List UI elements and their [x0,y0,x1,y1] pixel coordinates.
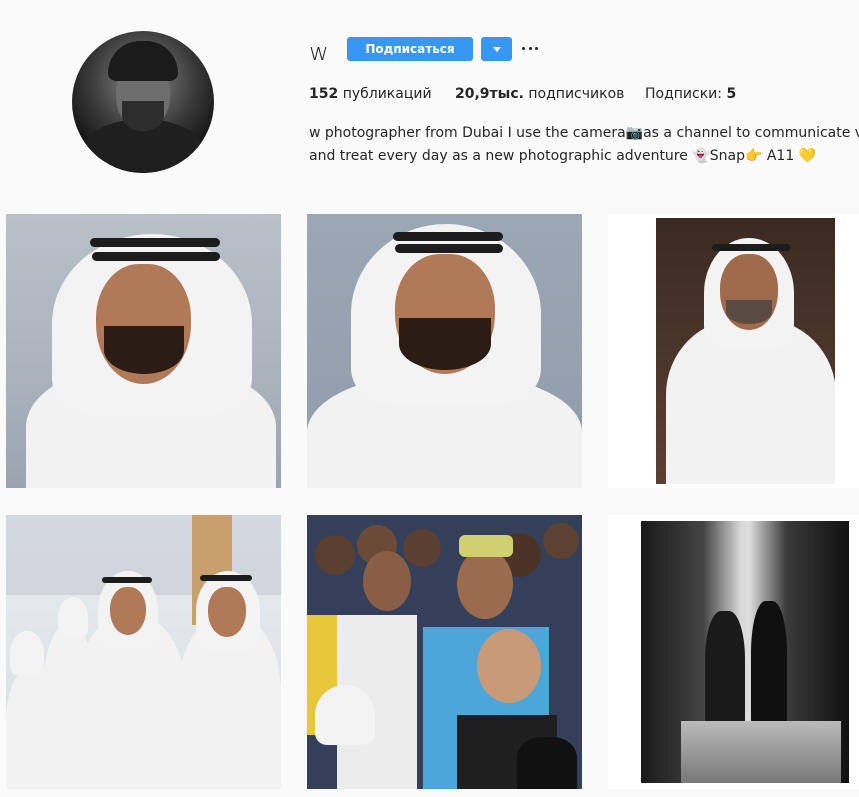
post-thumbnail[interactable] [6,214,281,488]
photo-ghutra [10,631,44,675]
chevron-down-icon [492,46,501,52]
following-stat[interactable]: Подписки: 5 [645,86,736,102]
profile-username: w [309,38,329,66]
photo-face [110,587,146,635]
photo-beard [104,326,184,374]
follow-button[interactable]: Подписаться [347,37,473,61]
more-options-button[interactable] [522,40,538,56]
photo-agal [90,238,220,247]
bio-line-2: and treat every day as a new photographi… [309,148,817,164]
photo-agal [200,575,252,581]
followers-label: подписчиков [528,86,625,102]
avatar-beard [122,101,164,131]
more-options-dot [535,46,538,50]
profile-bio: w photographer from Dubai I use the came… [309,122,859,168]
post-thumbnail[interactable] [307,515,582,789]
following-label: Подписки: [645,86,722,102]
photo-beard [726,300,772,324]
photo-abaya [517,737,577,789]
followers-count: 20,9тыс. [455,86,524,102]
photo-person [315,535,355,575]
post-thumbnail[interactable] [307,214,582,488]
photo-person [363,551,411,611]
photo-frame [641,521,849,783]
photo-ghutra [58,597,88,637]
posts-label: публикаций [342,86,432,102]
photo-walker [705,611,745,731]
followers-stat[interactable]: 20,9тыс. подписчиков [455,86,624,102]
photo-agal [395,244,503,253]
post-thumbnail[interactable] [608,515,859,789]
post-thumbnail[interactable] [6,515,281,789]
photo-person [477,629,541,703]
photo-person [403,529,441,567]
following-count: 5 [726,86,737,102]
posts-count-stat: 152 публикаций [309,86,432,102]
photo-cap [459,535,513,557]
posts-count: 152 [309,86,339,102]
avatar-hat [108,41,178,81]
photo-beard [399,318,491,370]
more-options-icon [522,46,525,50]
photo-walker [751,601,787,731]
bio-line-1: w photographer from Dubai I use the came… [309,125,859,141]
photo-frame [656,218,835,484]
profile-avatar[interactable] [72,31,214,173]
photo-agal [92,252,220,261]
photo-face [208,587,246,637]
photo-agal [102,577,152,583]
photo-ghutra [315,685,375,745]
photo-agal [712,244,790,251]
more-options-dot [528,46,532,50]
photo-person [457,549,513,619]
follow-dropdown-button[interactable] [481,37,512,61]
photo-person [543,523,579,559]
photo-agal [393,232,503,241]
post-thumbnail[interactable] [608,214,859,488]
photo-street [681,721,841,783]
